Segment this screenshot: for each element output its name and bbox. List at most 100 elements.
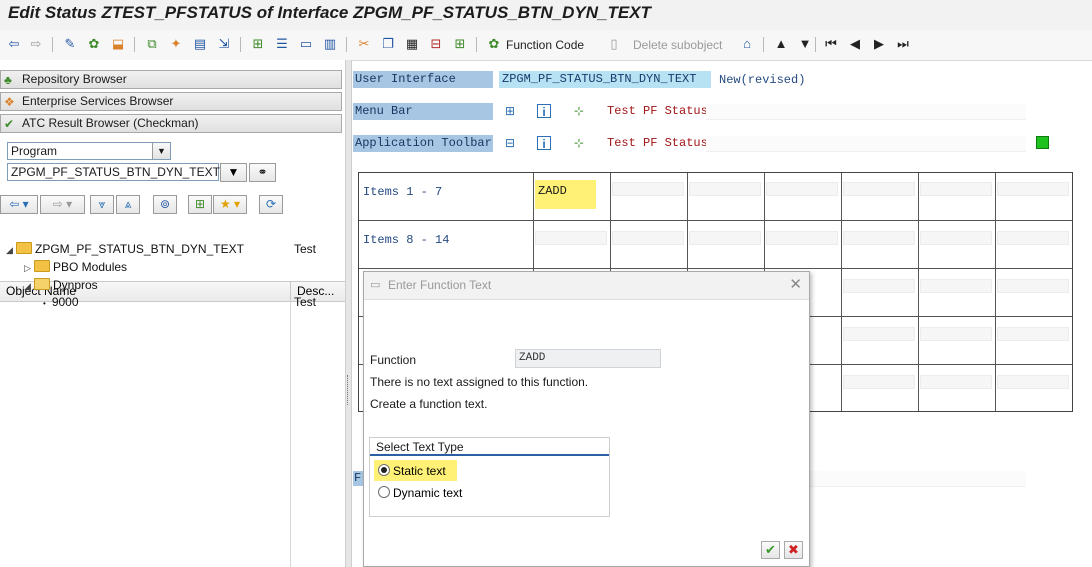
- function-code-cell-zadd[interactable]: ZADD: [535, 180, 596, 209]
- favorites-button[interactable]: ★ ▾: [213, 195, 247, 214]
- function-code-cell[interactable]: [766, 182, 838, 196]
- static-text-radio[interactable]: Static text: [374, 460, 457, 481]
- function-code-cell[interactable]: [997, 182, 1069, 196]
- expand-menu-icon[interactable]: ⊞: [503, 104, 517, 118]
- collapse-toolbar-icon[interactable]: ⊟: [503, 136, 517, 150]
- function-code-cell[interactable]: [689, 231, 761, 245]
- function-code-cell[interactable]: [689, 182, 761, 196]
- move-up-icon[interactable]: ▲: [773, 36, 789, 52]
- tree-back-button[interactable]: ⇦ ▾: [0, 195, 38, 214]
- hierarchy-icon[interactable]: ⊞: [250, 36, 266, 52]
- object-navigator-pane: ♣ Repository Browser ❖ Enterprise Servic…: [0, 60, 345, 567]
- navigate-icon[interactable]: ⇲: [216, 36, 232, 52]
- function-code-cell[interactable]: [920, 279, 992, 293]
- back-arrow-icon[interactable]: ⇦: [6, 36, 22, 52]
- find-button[interactable]: ⊚: [153, 195, 177, 214]
- function-code-cell[interactable]: [997, 375, 1069, 389]
- function-code-cell[interactable]: [920, 182, 992, 196]
- function-code-cell[interactable]: [843, 375, 915, 389]
- title-bar: Edit Status ZTEST_PFSTATUS of Interface …: [0, 0, 1092, 30]
- tree-node-program[interactable]: ◢ ZPGM_PF_STATUS_BTN_DYN_TEXT: [6, 242, 244, 258]
- delete-row-icon[interactable]: ⊟: [428, 36, 444, 52]
- expanded-arrow-icon[interactable]: ◢: [6, 243, 16, 258]
- atc-result-browser-button[interactable]: ✔ ATC Result Browser (Checkman): [0, 114, 342, 133]
- function-code-cell[interactable]: [843, 327, 915, 341]
- tree-forward-button[interactable]: ⇨ ▾: [40, 195, 85, 214]
- info-icon[interactable]: i: [537, 104, 551, 119]
- confirm-button[interactable]: ✔: [761, 541, 780, 559]
- expand-all-button[interactable]: ⩔: [90, 195, 114, 214]
- repository-browser-button[interactable]: ♣ Repository Browser: [0, 70, 342, 89]
- object-name-dropdown-button[interactable]: ▼: [220, 163, 247, 182]
- menu-bar-label[interactable]: Menu Bar: [353, 103, 493, 120]
- delete-subobject-button[interactable]: Delete subobject: [633, 38, 722, 52]
- object-name-input[interactable]: ZPGM_PF_STATUS_BTN_DYN_TEXT: [7, 163, 220, 181]
- function-code-cell[interactable]: [612, 182, 684, 196]
- collapsed-arrow-icon[interactable]: ▷: [24, 261, 34, 276]
- hierarchy-icon[interactable]: ⊹: [572, 136, 586, 150]
- function-code-cell[interactable]: [843, 231, 915, 245]
- hat-icon[interactable]: ⌂: [739, 36, 755, 52]
- copy-icon[interactable]: ❐: [380, 36, 396, 52]
- forward-arrow-icon[interactable]: ⇨: [28, 36, 44, 52]
- tree-node-screen[interactable]: • 9000: [43, 295, 79, 311]
- function-code-cell[interactable]: [535, 231, 607, 245]
- refresh-button[interactable]: ⟳: [259, 195, 283, 214]
- back-arrow-icon: ⇦ ▾: [9, 197, 29, 211]
- toolbar-separator: [346, 37, 347, 52]
- function-code-cell[interactable]: [920, 231, 992, 245]
- dynamic-text-radio[interactable]: Dynamic text: [378, 486, 462, 500]
- pane-splitter[interactable]: [345, 60, 352, 567]
- object-list-icon[interactable]: ▤: [192, 36, 208, 52]
- function-code-cell[interactable]: [612, 231, 684, 245]
- function-code-cell[interactable]: [843, 182, 915, 196]
- next-page-icon[interactable]: ▶: [871, 36, 887, 52]
- display-change-icon[interactable]: ✎: [62, 36, 78, 52]
- first-page-icon[interactable]: ⏮: [823, 36, 839, 52]
- function-code-button[interactable]: Function Code: [506, 38, 584, 52]
- dialog-window-icon: ▭: [370, 279, 381, 291]
- status-value: New(revised): [719, 73, 806, 87]
- function-code-cell[interactable]: [997, 231, 1069, 245]
- insert-row-icon[interactable]: ⊞: [452, 36, 468, 52]
- tree-node-pbo-modules[interactable]: ▷ PBO Modules: [24, 260, 127, 276]
- status-green-indicator: [1036, 136, 1049, 149]
- check-icon[interactable]: ✿: [86, 36, 102, 52]
- last-page-icon[interactable]: ⏭: [895, 36, 911, 52]
- move-down-icon[interactable]: ▼: [797, 36, 813, 52]
- activate-icon[interactable]: ⬓: [110, 36, 126, 52]
- tree-node-dynpros[interactable]: ◢ Dynpros: [24, 278, 98, 294]
- magic-wand-icon[interactable]: ✦: [168, 36, 184, 52]
- function-code-cell[interactable]: [843, 279, 915, 293]
- paste-icon[interactable]: ▦: [404, 36, 420, 52]
- object-type-select[interactable]: Program ▼: [7, 142, 171, 160]
- previous-page-icon[interactable]: ◀: [847, 36, 863, 52]
- chevron-down-icon[interactable]: ▼: [152, 143, 170, 159]
- expanded-arrow-icon[interactable]: ◢: [24, 279, 34, 294]
- where-used-icon[interactable]: ⧉: [144, 36, 160, 52]
- align-icon[interactable]: ☰: [274, 36, 290, 52]
- menu-bar-text-field[interactable]: [706, 104, 1026, 120]
- display-glasses-button[interactable]: ⚭: [249, 163, 276, 182]
- forward-arrow-icon: ⇨ ▾: [52, 197, 73, 211]
- info-icon[interactable]: i: [537, 136, 551, 151]
- cancel-button[interactable]: ✖: [784, 541, 803, 559]
- application-toolbar-label[interactable]: Application Toolbar: [353, 135, 493, 152]
- function-code-cell[interactable]: [997, 279, 1069, 293]
- function-code-cell[interactable]: [997, 327, 1069, 341]
- function-code-cell[interactable]: [766, 231, 838, 245]
- function-code-cell[interactable]: [920, 327, 992, 341]
- hierarchy-icon[interactable]: ⊹: [572, 104, 586, 118]
- app-toolbar-text-field[interactable]: [706, 136, 1026, 152]
- info-icon[interactable]: ▥: [322, 36, 338, 52]
- function-code-icon[interactable]: ✿: [486, 36, 502, 52]
- function-code-cell[interactable]: [920, 375, 992, 389]
- close-icon[interactable]: ✕: [789, 275, 802, 293]
- text-field[interactable]: [810, 471, 1026, 487]
- tree-add-button[interactable]: ⊞: [188, 195, 212, 214]
- toolbar-separator: [476, 37, 477, 52]
- enterprise-services-browser-button[interactable]: ❖ Enterprise Services Browser: [0, 92, 342, 111]
- cut-icon[interactable]: ✂: [356, 36, 372, 52]
- display-object-icon[interactable]: ▭: [298, 36, 314, 52]
- collapse-all-button[interactable]: ⩓: [116, 195, 140, 214]
